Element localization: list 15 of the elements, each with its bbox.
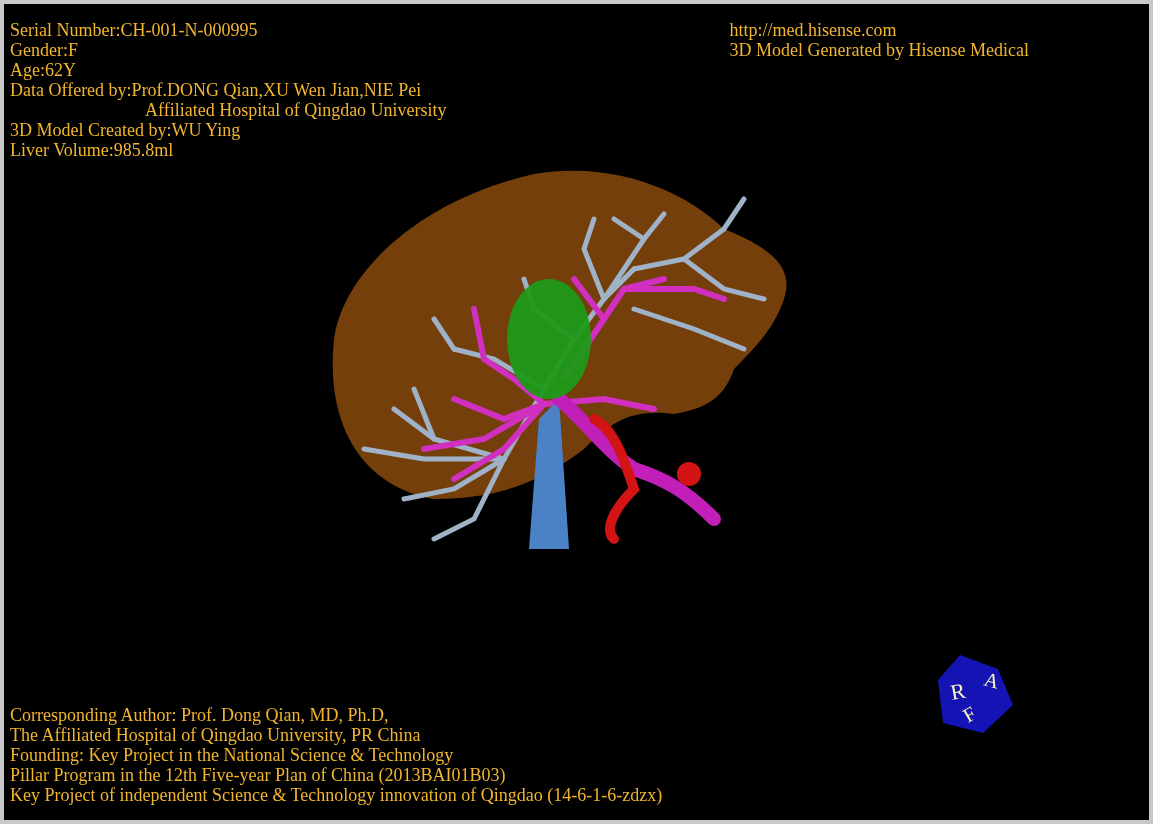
info-text: Affiliated Hospital of Qingdao University [144,100,447,120]
info-text: Gender:F [10,40,79,60]
info-text: Liver Volume:985.8ml [10,140,175,160]
credit-text: Key Project of independent Science & Technology innovation of Qingdao (14-6-1-6-zdzx) [10,785,663,805]
credit-text: Corresponding Author: Prof. Dong Qian, MD, Ph.D, [10,705,390,725]
info-text: Data Offered by:Prof.DONG Qian,XU Wen Jian,NIE Pei [10,80,423,100]
credit-text: Founding: Key Project in the National Science & Technology [10,745,455,765]
source-text: http://med.hisense.com [729,20,898,40]
credit-text: The Affiliated Hospital of Qingdao University, PR China [10,725,422,745]
info-text: 3D Model Created by:WU Ying [10,120,242,140]
orientation-cube-icon[interactable]: R A F [938,655,1013,733]
info-text: Serial Number:CH-001-N-000995 [10,20,259,40]
info-text: Age:62Y [10,60,77,80]
credit-text: Pillar Program in the 12th Five-year Plan of China (2013BAI01B03) [10,765,507,785]
source-text: 3D Model Generated by Hisense Medical [729,40,1029,60]
